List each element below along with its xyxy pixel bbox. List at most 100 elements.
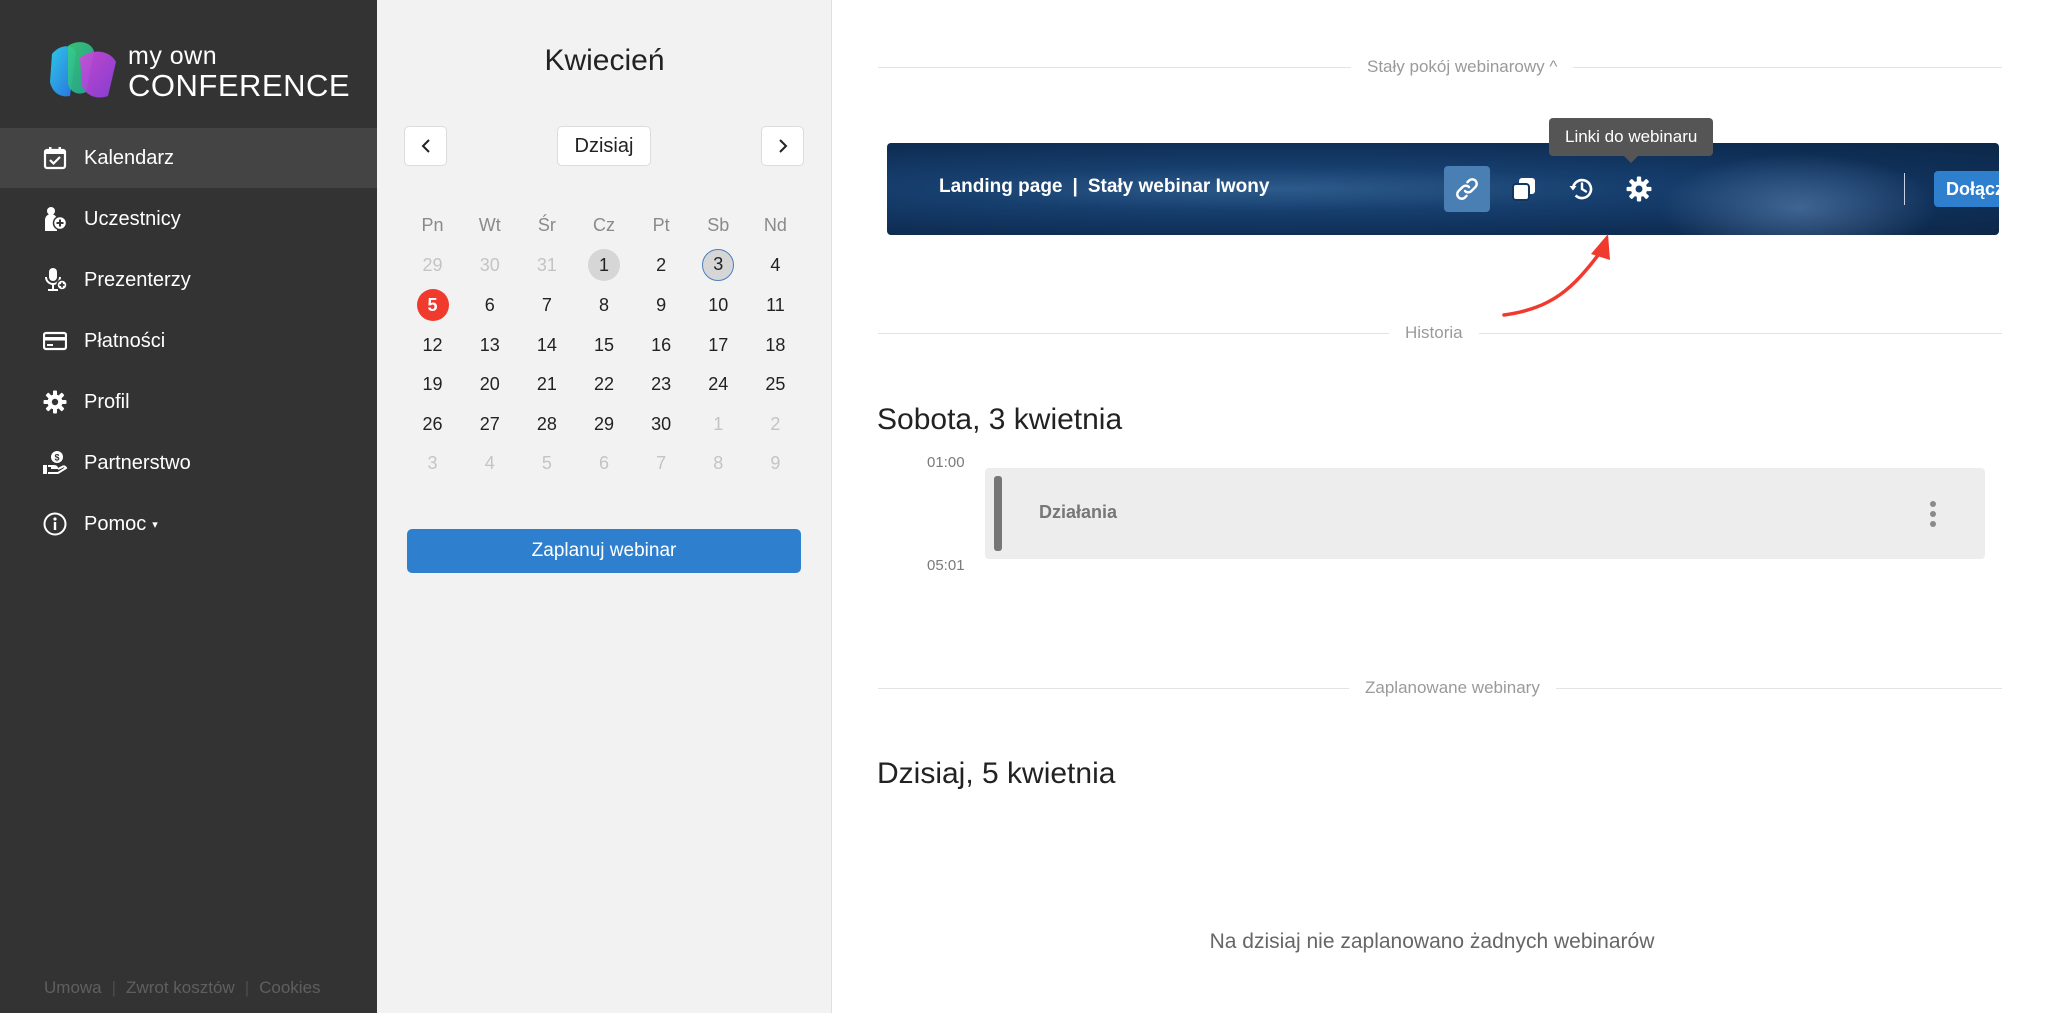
calendar-day[interactable]: 26 [404, 408, 461, 440]
calendar-day[interactable]: 10 [690, 289, 747, 321]
sidebar-item-label: Płatności [84, 329, 166, 352]
calendar-day[interactable]: 8 [575, 289, 632, 321]
calendar-day[interactable]: 19 [404, 368, 461, 400]
footer-separator: | [244, 978, 250, 997]
calendar-day[interactable]: 29 [404, 249, 461, 281]
calendar-week: 29 30 31 1 2 3 4 [404, 246, 804, 286]
calendar-day[interactable]: 23 [633, 368, 690, 400]
calendar-week: 12 13 14 15 16 17 18 [404, 325, 804, 365]
sidebar-item-profil[interactable]: Profil [0, 372, 377, 432]
calendar-day[interactable]: 15 [575, 329, 632, 361]
calendar-day[interactable]: 12 [404, 329, 461, 361]
calendar-day[interactable]: 28 [518, 408, 575, 440]
calendar-day[interactable]: 20 [461, 368, 518, 400]
calendar-check-icon [42, 145, 68, 171]
calendar-day[interactable]: 29 [575, 408, 632, 440]
sidebar-item-partnerstwo[interactable]: $ Partnerstwo [0, 433, 377, 493]
link-icon [1456, 178, 1478, 200]
calendar-day[interactable]: 6 [575, 447, 632, 479]
section-divider-scheduled: Zaplanowane webinary [878, 678, 2002, 698]
scheduled-label: Zaplanowane webinary [1349, 678, 1556, 698]
footer-link-zwrot-kosztow[interactable]: Zwrot kosztów [126, 978, 235, 997]
calendar-day[interactable]: 7 [633, 447, 690, 479]
calendar-day-selected[interactable]: 3 [690, 249, 747, 282]
calendar-day[interactable]: 21 [518, 368, 575, 400]
sidebar-item-platnosci[interactable]: Płatności [0, 311, 377, 371]
calendar-day[interactable]: 6 [461, 289, 518, 321]
calendar-day[interactable]: 30 [461, 249, 518, 281]
footer-link-cookies[interactable]: Cookies [259, 978, 320, 997]
weekday-label: Sb [707, 215, 730, 236]
logo-text: my own CONFERENCE [128, 44, 351, 103]
gear-icon [1626, 176, 1652, 202]
calendar-day[interactable]: 9 [747, 447, 804, 479]
today-button[interactable]: Dzisiaj [557, 126, 651, 166]
duplicate-button[interactable] [1501, 166, 1547, 212]
logo[interactable]: my own CONFERENCE [46, 38, 350, 106]
history-day-heading: Sobota, 3 kwietnia [877, 403, 1123, 436]
calendar-day[interactable]: 30 [633, 408, 690, 440]
permanent-room-toggle[interactable]: Stały pokój webinarowy ^ [1351, 57, 1574, 77]
landing-page-link[interactable]: Landing page [939, 176, 1063, 197]
webinar-links-tooltip: Linki do webinaru [1549, 118, 1714, 163]
calendar-week: 3 4 5 6 7 8 9 [404, 444, 804, 484]
calendar-day[interactable]: 17 [690, 329, 747, 361]
chevron-down-icon: ▾ [152, 518, 158, 531]
event-start-time: 01:00 [927, 454, 965, 471]
history-event-card[interactable]: Działania [985, 468, 1985, 559]
calendar-day-today[interactable]: 5 [404, 288, 461, 321]
next-month-button[interactable] [761, 126, 804, 166]
calendar-day[interactable]: 18 [747, 329, 804, 361]
sidebar-item-prezenterzy[interactable]: Prezenterzy [0, 250, 377, 310]
join-button[interactable]: Dołącz [1934, 171, 1999, 207]
logo-line-2: CONFERENCE [128, 68, 351, 103]
annotation-arrow [1502, 234, 1610, 317]
main-content: Stały pokój webinarowy ^ Landing page | St… [832, 0, 2048, 1013]
calendar-day[interactable]: 5 [518, 447, 575, 479]
chevron-right-icon [778, 139, 787, 153]
calendar-day[interactable]: 24 [690, 368, 747, 400]
calendar-panel: Kwiecień Dzisiaj Pn Wt Śr Cz Pt Sb Nd 29… [377, 0, 832, 1013]
sidebar-item-label: Partnerstwo [84, 451, 191, 474]
today-heading: Dzisiaj, 5 kwietnia [877, 757, 1116, 790]
calendar-day[interactable]: 27 [461, 408, 518, 440]
calendar-day[interactable]: 25 [747, 368, 804, 400]
plan-webinar-button[interactable]: Zaplanuj webinar [407, 529, 801, 573]
calendar-day[interactable]: 2 [747, 408, 804, 440]
calendar-day[interactable]: 2 [633, 249, 690, 281]
weekday-label: Cz [592, 215, 615, 236]
svg-text:$: $ [54, 453, 59, 463]
calendar-day[interactable]: 13 [461, 329, 518, 361]
calendar-day[interactable]: 3 [404, 447, 461, 479]
sidebar-item-label: Uczestnicy [84, 207, 181, 230]
webinar-links-button[interactable] [1444, 166, 1490, 212]
settings-button[interactable] [1616, 166, 1662, 212]
sidebar-item-label: Kalendarz [84, 146, 175, 169]
section-divider-permanent-room: Stały pokój webinarowy ^ [878, 57, 2002, 77]
info-circle-icon [42, 511, 68, 537]
sidebar-item-uczestnicy[interactable]: Uczestnicy [0, 189, 377, 249]
calendar-day[interactable]: 16 [633, 329, 690, 361]
sidebar-item-pomoc[interactable]: Pomoc ▾ [0, 494, 377, 554]
calendar-day[interactable]: 31 [518, 249, 575, 281]
footer-link-umowa[interactable]: Umowa [44, 978, 102, 997]
calendar-day-has-events[interactable]: 1 [575, 249, 632, 282]
calendar-day[interactable]: 1 [690, 408, 747, 440]
calendar-day[interactable]: 4 [747, 249, 804, 281]
calendar-day[interactable]: 9 [633, 289, 690, 321]
sidebar-item-kalendarz[interactable]: Kalendarz [0, 128, 377, 188]
calendar-day[interactable]: 8 [690, 447, 747, 479]
calendar-day[interactable]: 4 [461, 447, 518, 479]
weekday-label: Pt [652, 215, 670, 236]
weekday-label: Nd [763, 215, 787, 236]
calendar-day[interactable]: 22 [575, 368, 632, 400]
microphone-user-icon [42, 267, 68, 293]
banner-separator: | [1072, 176, 1078, 197]
more-options-icon[interactable] [1929, 501, 1937, 527]
credit-card-icon [42, 328, 68, 354]
calendar-day[interactable]: 7 [518, 289, 575, 321]
calendar-day[interactable]: 14 [518, 329, 575, 361]
calendar-day[interactable]: 11 [747, 289, 804, 321]
history-button[interactable] [1559, 166, 1605, 212]
prev-month-button[interactable] [404, 126, 447, 166]
